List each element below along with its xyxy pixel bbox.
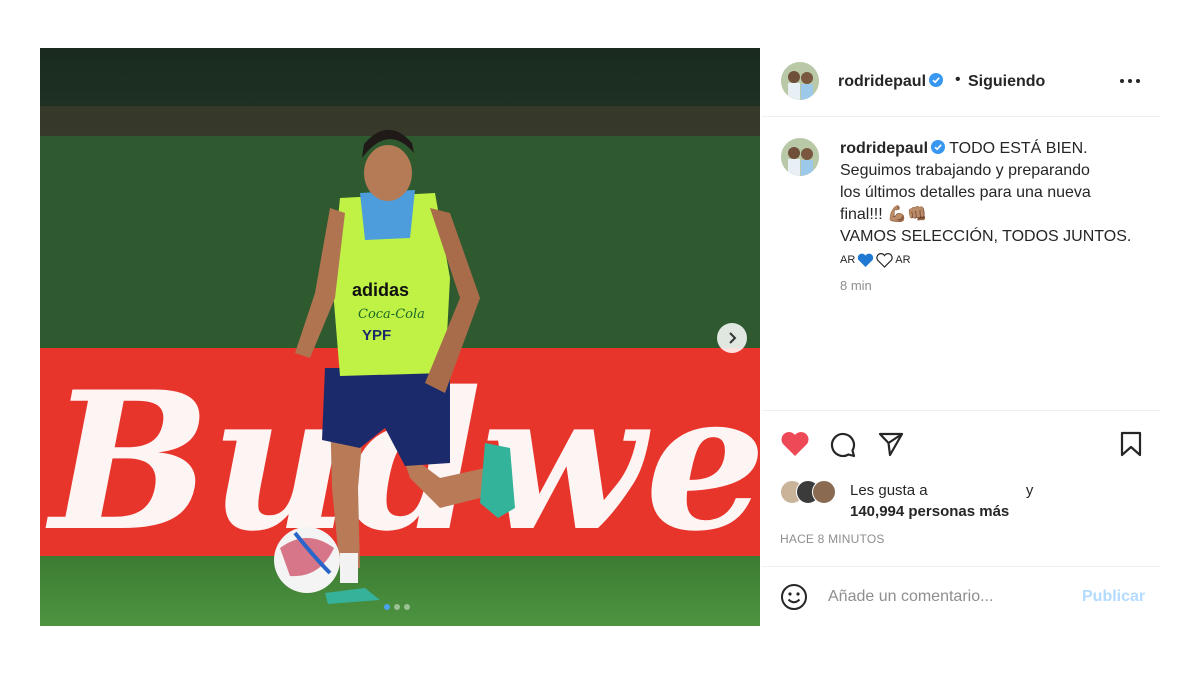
post-actions [762, 426, 1160, 466]
likes-suffix: y [1025, 482, 1034, 499]
caption-timestamp: 8 min [840, 278, 872, 293]
caption-flags: AR AR [840, 249, 1140, 271]
avatar[interactable] [781, 138, 819, 176]
post-sidebar: rodridepaul • Siguiendo rodridepaul TODO… [762, 48, 1160, 626]
more-options-icon[interactable] [1118, 70, 1142, 92]
carousel-dot [384, 604, 390, 610]
caption-line: Seguimos trabajando y preparando [840, 162, 1090, 179]
instagram-post: Budwei adidas Coca-Cola YPF [40, 48, 1160, 626]
heart-filled-icon[interactable] [780, 430, 810, 458]
following-button[interactable]: Siguiendo [968, 73, 1045, 91]
training-photo: Budwei adidas Coca-Cola YPF [40, 48, 760, 626]
comment-box: Publicar [762, 567, 1160, 626]
caption-line: final!!! 💪🏽👊🏽 [840, 206, 927, 223]
likes-count[interactable]: 140,994 personas más [850, 503, 1009, 520]
comment-icon[interactable] [829, 430, 857, 458]
comment-input[interactable] [826, 583, 1070, 611]
white-heart-icon [876, 252, 893, 268]
svg-text:Coca-Cola: Coca-Cola [358, 307, 425, 322]
username-text[interactable]: rodridepaul [838, 73, 926, 90]
post-timestamp: HACE 8 MINUTOS [780, 532, 885, 546]
chevron-right-icon [729, 332, 737, 344]
caption-line: TODO ESTÁ BIEN. [949, 140, 1088, 157]
blue-heart-icon [858, 253, 874, 267]
post-caption: rodridepaul TODO ESTÁ BIEN. Seguimos tra… [840, 138, 1140, 271]
likes-summary[interactable]: Les gusta a y 140,994 personas más [780, 478, 1150, 522]
next-slide-button[interactable] [717, 323, 747, 353]
carousel-dot [404, 604, 410, 610]
header-separator: • [955, 71, 961, 88]
liker-avatars [780, 480, 844, 504]
caption-username[interactable]: rodridepaul [840, 140, 928, 157]
verified-badge-icon [929, 73, 944, 87]
post-header: rodridepaul • Siguiendo [762, 48, 1160, 117]
post-image[interactable]: Budwei adidas Coca-Cola YPF [40, 48, 760, 626]
avatar[interactable] [781, 62, 819, 100]
publish-button[interactable]: Publicar [1082, 588, 1145, 606]
svg-text:adidas: adidas [352, 280, 409, 300]
likes-prefix: Les gusta a [850, 482, 928, 499]
likes-text: Les gusta a y 140,994 personas más [850, 480, 1033, 522]
svg-text:YPF: YPF [362, 327, 391, 344]
bookmark-icon[interactable] [1119, 430, 1143, 458]
post-author-username[interactable]: rodridepaul [838, 73, 944, 91]
divider [762, 410, 1160, 411]
flag-label: AR [895, 254, 911, 266]
share-icon[interactable] [877, 430, 905, 458]
carousel-indicator [384, 604, 410, 610]
verified-badge-icon [931, 140, 946, 154]
flag-label: AR [840, 254, 856, 266]
avatar [812, 480, 836, 504]
caption-line: los últimos detalles para una nueva [840, 184, 1091, 201]
caption-line: VAMOS SELECCIÓN, TODOS JUNTOS. [840, 228, 1132, 245]
carousel-dot [394, 604, 400, 610]
smiley-icon[interactable] [780, 583, 808, 611]
